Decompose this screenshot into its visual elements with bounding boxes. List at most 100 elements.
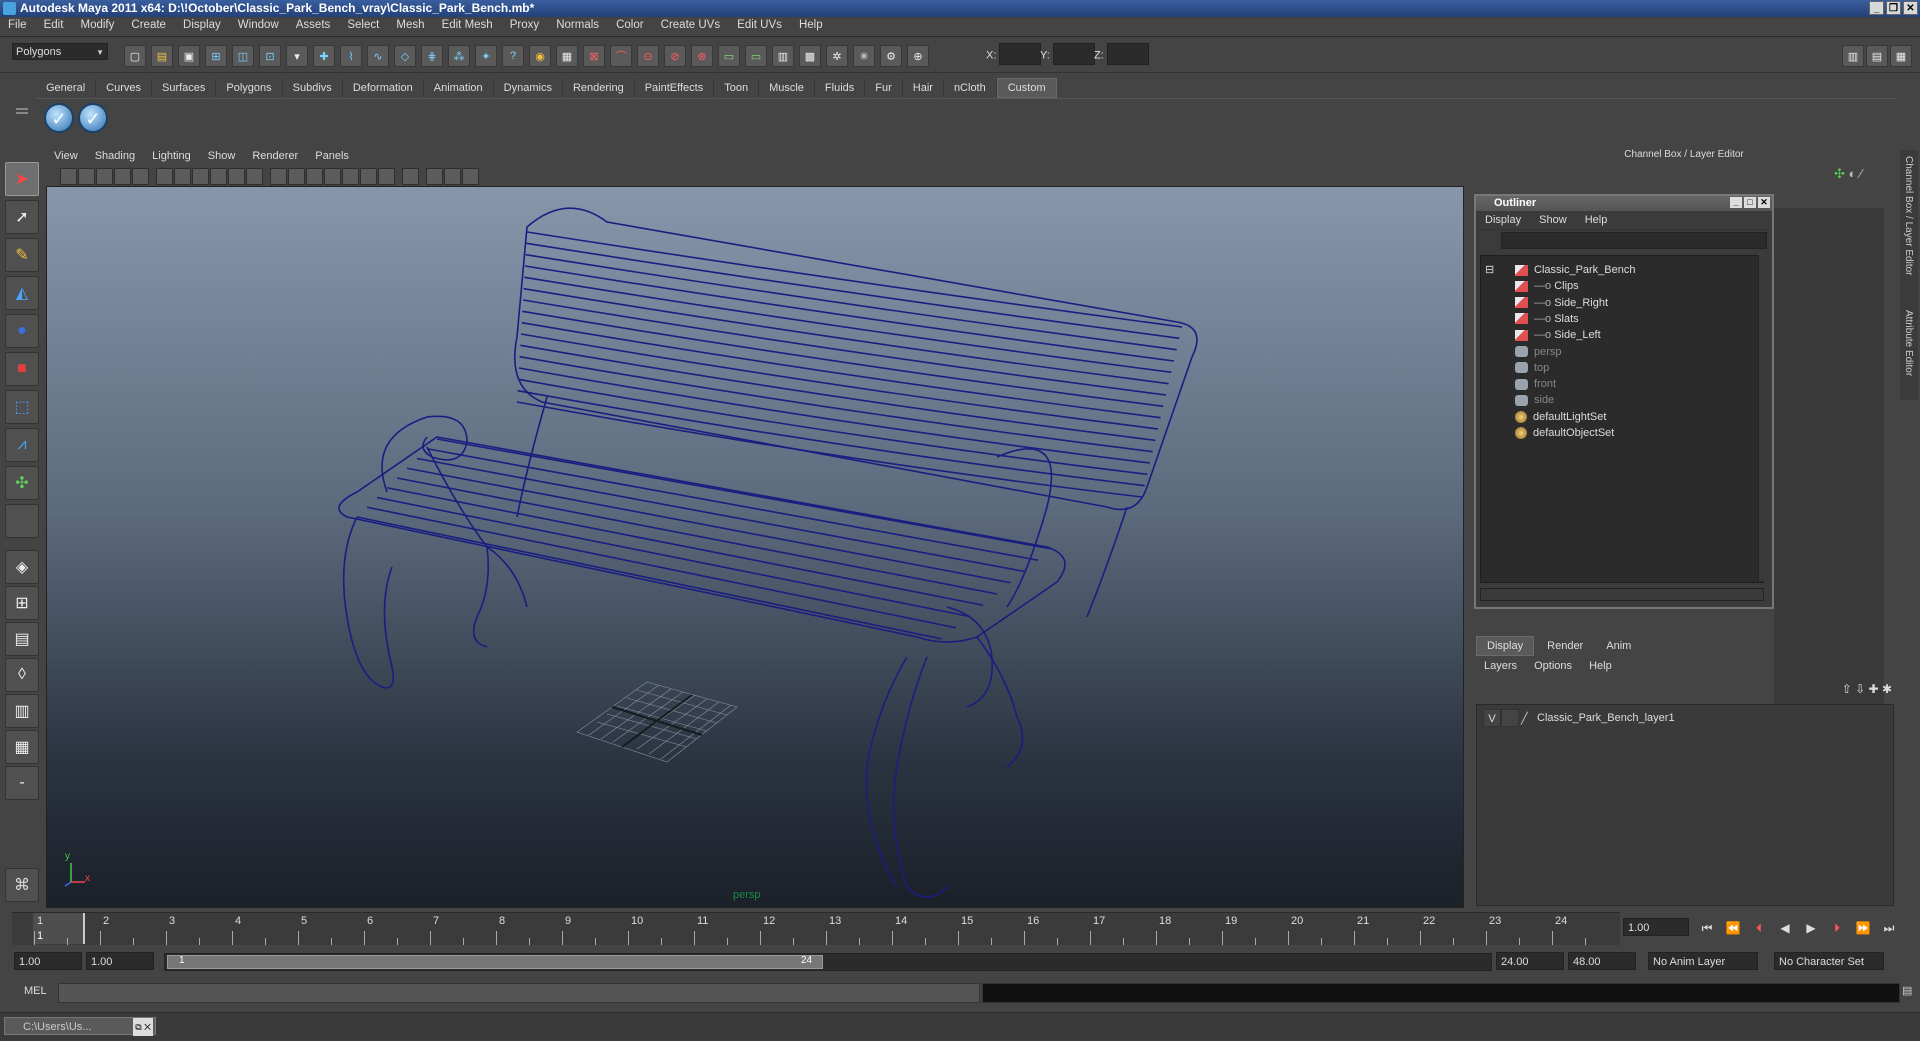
tab-general[interactable]: General (36, 79, 97, 97)
paint-select-tool-icon[interactable]: ✎ (5, 238, 39, 272)
new-layer-selected-icon[interactable]: ✱ (1882, 682, 1892, 696)
menu-edit-mesh[interactable]: Edit Mesh (434, 17, 499, 31)
input-box-icon[interactable]: ⊕ (907, 45, 929, 67)
highlight-selection-icon[interactable]: ▦ (556, 45, 578, 67)
select-curves-icon[interactable]: ∿ (367, 45, 389, 67)
tab-subdivs[interactable]: Subdivs (283, 79, 343, 97)
output-ops-icon[interactable]: ▭ (745, 45, 767, 67)
menu-assets[interactable]: Assets (288, 17, 337, 31)
select-tool-icon[interactable]: ➤ (5, 162, 39, 196)
select-deformations-icon[interactable]: ⋕ (421, 45, 443, 67)
menu-select[interactable]: Select (339, 17, 385, 31)
rotate-tool-icon[interactable]: ● (5, 314, 39, 348)
render-settings-icon[interactable]: ⚙ (880, 45, 902, 67)
tab-painteffects[interactable]: PaintEffects (635, 79, 715, 97)
step-back-frame-icon[interactable]: ⏪ (1722, 920, 1744, 936)
script-editor-icon[interactable]: ⌘ (5, 868, 39, 902)
layer-row[interactable]: V ╱ Classic_Park_Bench_layer1 (1481, 709, 1885, 727)
layout-graph-icon[interactable]: ◊ (5, 658, 39, 692)
universal-manip-icon[interactable]: ⬚ (5, 390, 39, 424)
range-slider-thumb[interactable] (167, 955, 823, 969)
gate-mask-icon[interactable] (192, 168, 209, 185)
layout-four-icon[interactable]: ⊞ (5, 586, 39, 620)
outliner-item[interactable]: —o Slats (1515, 311, 1579, 327)
selection-mask-icon[interactable]: ▾ (286, 45, 308, 67)
outliner-close-button[interactable]: ✕ (1758, 197, 1770, 208)
layout-more-icon[interactable]: - (5, 766, 39, 800)
layout-custom-icon[interactable]: ▦ (5, 730, 39, 764)
isolate-select-icon[interactable] (426, 168, 443, 185)
toggle-channel-box-icon[interactable]: ▥ (1842, 45, 1864, 67)
outliner-title-bar[interactable]: Outliner _ □ ✕ (1476, 196, 1772, 211)
select-component-icon[interactable]: ⊡ (259, 45, 281, 67)
mel-label[interactable]: MEL (24, 985, 47, 997)
outliner-filter-field[interactable] (1501, 232, 1767, 249)
shelf-check-icon-1[interactable]: ✓ (44, 103, 74, 133)
grid-toggle-icon[interactable] (132, 168, 149, 185)
save-scene-icon[interactable]: ▣ (178, 45, 200, 67)
minimize-button[interactable]: _ (1869, 1, 1884, 15)
tab-dynamics[interactable]: Dynamics (494, 79, 563, 97)
tab-layer-render[interactable]: Render (1537, 637, 1593, 655)
vp-menu-show[interactable]: Show (200, 148, 242, 162)
layer-menu-help[interactable]: Help (1581, 658, 1618, 672)
step-back-key-icon[interactable]: ⏴ (1748, 920, 1770, 936)
outliner-item[interactable]: defaultObjectSet (1515, 425, 1614, 441)
snap-point-icon[interactable]: ⊙ (637, 45, 659, 67)
outliner-menu-display[interactable]: Display (1476, 214, 1527, 226)
resolution-gate-icon[interactable] (174, 168, 191, 185)
minimized-window-item[interactable]: C:\Users\Us... ⧉ ✕ (4, 1017, 156, 1036)
shelf-menu-handle[interactable] (14, 78, 30, 138)
layout-hypershade-icon[interactable]: ▥ (5, 694, 39, 728)
safe-action-icon[interactable] (228, 168, 245, 185)
vp-menu-shading[interactable]: Shading (87, 148, 141, 162)
collapse-toggle-icon[interactable]: ⊟ (1485, 262, 1494, 278)
input-ops-icon[interactable]: ▭ (718, 45, 740, 67)
layer-visibility-toggle[interactable]: V (1483, 709, 1501, 727)
select-dynamics-icon[interactable]: ⁂ (448, 45, 470, 67)
y-field[interactable] (1052, 43, 1095, 65)
snap-plane-icon[interactable]: ⊘ (664, 45, 686, 67)
outliner-item[interactable]: Classic_Park_Bench (1515, 262, 1636, 278)
step-forward-frame-icon[interactable]: ⏩ (1852, 920, 1874, 936)
layout-outliner-icon[interactable]: ▤ (5, 622, 39, 656)
side-tab-channel-box[interactable]: Channel Box / Layer Editor (1903, 156, 1914, 276)
outliner-item[interactable]: defaultLightSet (1515, 409, 1606, 425)
tab-toon[interactable]: Toon (714, 79, 760, 97)
side-tab-attribute-editor[interactable]: Attribute Editor (1903, 310, 1914, 376)
select-misc-icon[interactable]: ? (502, 45, 524, 67)
outliner-item[interactable]: top (1515, 360, 1549, 376)
menu-window[interactable]: Window (230, 17, 285, 31)
x-field[interactable] (999, 43, 1042, 65)
restore-button[interactable]: ❐ (1886, 1, 1901, 15)
outliner-item[interactable]: —o Clips (1515, 278, 1579, 294)
make-live-icon[interactable]: ⊛ (691, 45, 713, 67)
tab-animation[interactable]: Animation (424, 79, 494, 97)
hud-icon[interactable] (444, 168, 461, 185)
open-scene-icon[interactable]: ▤ (151, 45, 173, 67)
snap-curve-icon[interactable]: ⌒ (610, 45, 632, 67)
move-layer-up-icon[interactable]: ⇧ (1842, 682, 1852, 696)
menu-modify[interactable]: Modify (72, 17, 120, 31)
tab-layer-display[interactable]: Display (1476, 636, 1535, 656)
ipr-render-icon[interactable]: ✳ (853, 45, 875, 67)
film-gate-icon[interactable] (156, 168, 173, 185)
menu-create-uvs[interactable]: Create UVs (653, 17, 726, 31)
camera-attributes-icon[interactable] (78, 168, 95, 185)
lasso-tool-icon[interactable]: ➚ (5, 200, 39, 234)
menu-help[interactable]: Help (791, 17, 829, 31)
soft-mod-tool-icon[interactable]: ⩘ (5, 428, 39, 462)
select-rendering-icon[interactable]: ✦ (475, 45, 497, 67)
start-time-field[interactable]: 1.00 (14, 952, 82, 970)
vp-menu-lighting[interactable]: Lighting (144, 148, 197, 162)
menu-proxy[interactable]: Proxy (502, 17, 545, 31)
outliner-item[interactable]: —o Side_Left (1515, 327, 1601, 343)
menu-display[interactable]: Display (175, 17, 227, 31)
shelf-check-icon-2[interactable]: ✓ (78, 103, 108, 133)
end-time-field[interactable]: 48.00 (1568, 952, 1636, 970)
vp-menu-view[interactable]: View (46, 148, 84, 162)
smooth-shade-icon[interactable] (288, 168, 305, 185)
wireframe-on-shaded-icon[interactable] (306, 168, 323, 185)
wireframe-icon[interactable] (270, 168, 287, 185)
z-field[interactable] (1106, 43, 1149, 65)
